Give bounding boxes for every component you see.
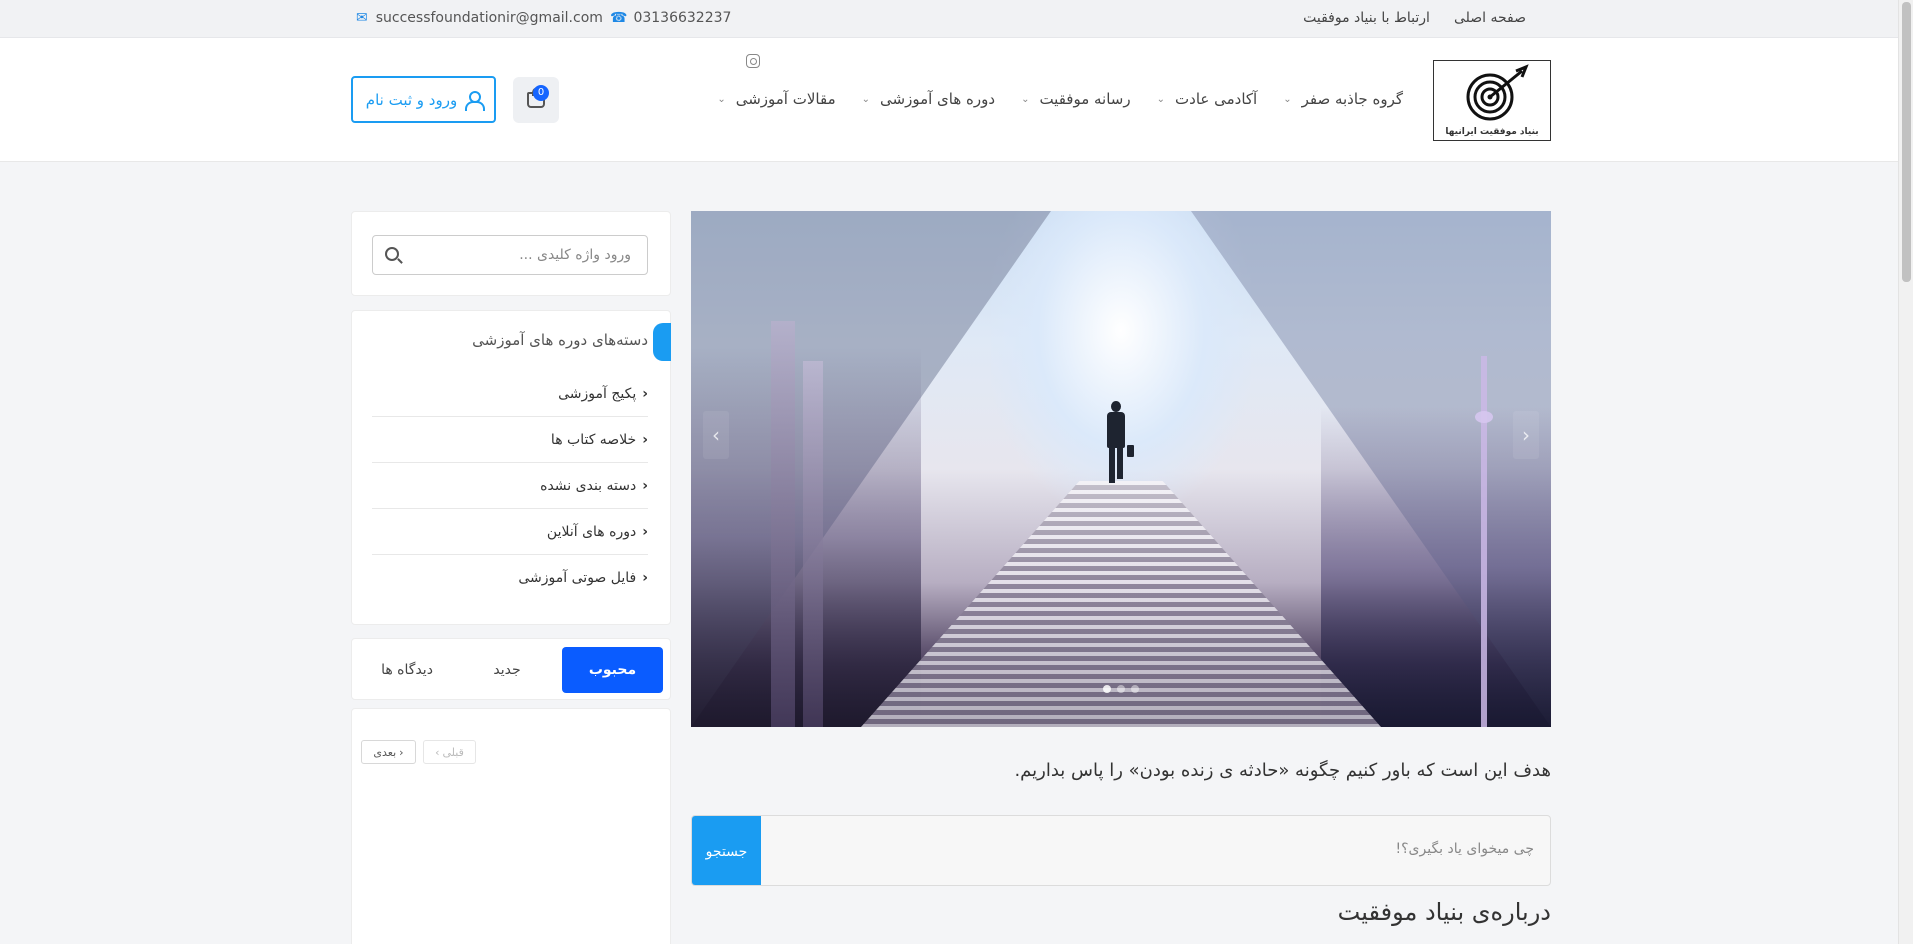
category-label: دسته بندی نشده <box>540 477 637 494</box>
chevron-left-icon: ‹ <box>642 477 648 494</box>
logo-target-icon <box>1466 64 1529 121</box>
course-categories-widget: دسته‌های دوره های آموزشی ‹ پکیج آموزشی ‹… <box>351 310 671 625</box>
nav-item-label: دوره های آموزشی <box>880 90 996 108</box>
search-icon[interactable] <box>385 247 399 261</box>
slider-dot[interactable] <box>1117 685 1125 693</box>
sidebar-search-widget: ورود واژه کلیدی ... <box>351 211 671 296</box>
nav-item-habit-academy[interactable]: آکادمی عادت ⌄ <box>1157 90 1258 108</box>
cart-button[interactable]: 0 <box>513 77 559 123</box>
category-label: دوره های آنلاین <box>546 523 637 540</box>
chevron-down-icon: ⌄ <box>1283 93 1292 105</box>
phone-text: 03136632237 <box>633 10 732 26</box>
chevron-down-icon: ⌄ <box>861 93 870 105</box>
link-home[interactable]: صفحه اصلی <box>1454 10 1526 26</box>
chevron-left-icon: ‹ <box>642 523 648 540</box>
category-label: فایل صوتی آموزشی <box>518 570 637 586</box>
about-section-title: درباره‌ی بنیاد موفقیت <box>1337 898 1551 926</box>
nav-item-articles[interactable]: مقالات آموزشی ⌄ <box>717 90 835 108</box>
category-label: خلاصه کتاب ها <box>550 431 637 448</box>
phone-icon: ☎ <box>610 10 628 26</box>
cart-count-badge: 0 <box>533 85 549 101</box>
site-header: بنیاد موفقیت ایرانیها گروه جاذبه صفر ⌄ آ… <box>0 38 1898 162</box>
category-item-online-courses[interactable]: ‹ دوره های آنلاین <box>372 509 648 555</box>
chevron-right-icon: › <box>399 745 404 759</box>
prev-label: قبلی <box>442 745 464 759</box>
mail-icon: ✉ <box>356 10 368 26</box>
category-item-uncategorized[interactable]: ‹ دسته بندی نشده <box>372 463 648 509</box>
sidebar-search-input[interactable]: ورود واژه کلیدی ... <box>372 235 648 275</box>
nav-item-success-media[interactable]: رسانه موفقیت ⌄ <box>1021 90 1131 108</box>
top-bar: ✉ successfoundationir@gmail.com ☎ 031366… <box>0 0 1898 38</box>
chevron-down-icon: ⌄ <box>717 93 726 105</box>
category-item-audio-files[interactable]: ‹ فایل صوتی آموزشی <box>372 555 648 601</box>
course-search-input[interactable]: چی میخوای یاد بگیری؟! <box>1396 841 1535 857</box>
categories-list: ‹ پکیج آموزشی ‹ خلاصه کتاب ها ‹ دسته بند… <box>372 371 648 601</box>
course-search-bar: جستجو چی میخوای یاد بگیری؟! <box>691 815 1551 886</box>
pager-prev-button[interactable]: ‹ قبلی <box>423 740 476 764</box>
chevron-left-icon: ‹ <box>642 431 648 448</box>
tab-comments[interactable]: دیدگاه ها <box>362 647 452 693</box>
email-text: successfoundationir@gmail.com <box>375 10 603 26</box>
nav-item-label: آکادمی عادت <box>1175 90 1258 108</box>
login-label: ورود و ثبت نام <box>365 90 458 109</box>
nav-item-label: مقالات آموزشی <box>735 90 836 108</box>
logo-text: بنیاد موفقیت ایرانیها <box>1445 127 1539 137</box>
posts-list-widget: بعدی › ‹ قبلی <box>351 708 671 944</box>
chevron-down-icon: ⌄ <box>1156 93 1166 105</box>
site-logo[interactable]: بنیاد موفقیت ایرانیها <box>1433 60 1551 141</box>
categories-title: دسته‌های دوره های آموزشی <box>472 331 648 349</box>
page-scrollbar[interactable] <box>1898 0 1913 944</box>
slider-prev-arrow[interactable]: ‹ <box>703 411 729 459</box>
nav-item-courses[interactable]: دوره های آموزشی ⌄ <box>862 90 995 108</box>
hero-tv-tower-pod <box>1475 411 1493 423</box>
user-icon <box>465 90 486 111</box>
top-links: صفحه اصلی ارتباط با بنیاد موفقیت <box>1303 10 1526 26</box>
chevron-down-icon: ⌄ <box>1021 93 1030 105</box>
nav-item-label: گروه جاذبه صفر <box>1301 90 1403 108</box>
next-label: بعدی <box>373 745 397 759</box>
contact-phone[interactable]: ☎ 03136632237 <box>610 10 731 26</box>
instagram-icon[interactable] <box>746 54 760 68</box>
nav-item-label: رسانه موفقیت <box>1039 90 1131 108</box>
hero-tagline: هدف این است که باور کنیم چگونه «حادثه ی … <box>1014 760 1551 781</box>
chevron-left-icon: ‹ <box>435 745 440 759</box>
chevron-left-icon: ‹ <box>642 385 648 402</box>
course-search-button[interactable]: جستجو <box>692 816 761 885</box>
hero-slider[interactable]: ‹ › <box>691 211 1551 727</box>
search-placeholder: ورود واژه کلیدی ... <box>519 247 631 263</box>
main-nav: گروه جاذبه صفر ⌄ آکادمی عادت ⌄ رسانه موف… <box>717 90 1403 108</box>
contact-email[interactable]: ✉ successfoundationir@gmail.com <box>356 10 603 26</box>
hero-businessman-figure <box>1105 401 1134 487</box>
slider-dots <box>1103 685 1139 693</box>
chevron-left-icon: ‹ <box>642 570 648 586</box>
hero-tower <box>803 361 823 727</box>
scrollbar-thumb[interactable] <box>1902 2 1911 282</box>
category-label: پکیج آموزشی <box>558 385 637 402</box>
slider-dot[interactable] <box>1131 685 1139 693</box>
nav-item-zero-gravity[interactable]: گروه جاذبه صفر ⌄ <box>1283 90 1403 108</box>
slider-dot[interactable] <box>1103 685 1111 693</box>
widget-accent-tab <box>653 323 671 361</box>
tab-popular[interactable]: محبوب <box>562 647 663 693</box>
tab-new[interactable]: جدید <box>462 647 552 693</box>
category-item-book-summaries[interactable]: ‹ خلاصه کتاب ها <box>372 417 648 463</box>
login-register-button[interactable]: ورود و ثبت نام <box>351 76 496 123</box>
category-item-package[interactable]: ‹ پکیج آموزشی <box>372 371 648 417</box>
hero-tower <box>771 321 795 727</box>
slider-next-arrow[interactable]: › <box>1513 411 1539 459</box>
pager-next-button[interactable]: بعدی › <box>361 740 416 764</box>
posts-tabs-widget: محبوب جدید دیدگاه ها <box>351 638 671 700</box>
link-contact[interactable]: ارتباط با بنیاد موفقیت <box>1303 10 1430 26</box>
